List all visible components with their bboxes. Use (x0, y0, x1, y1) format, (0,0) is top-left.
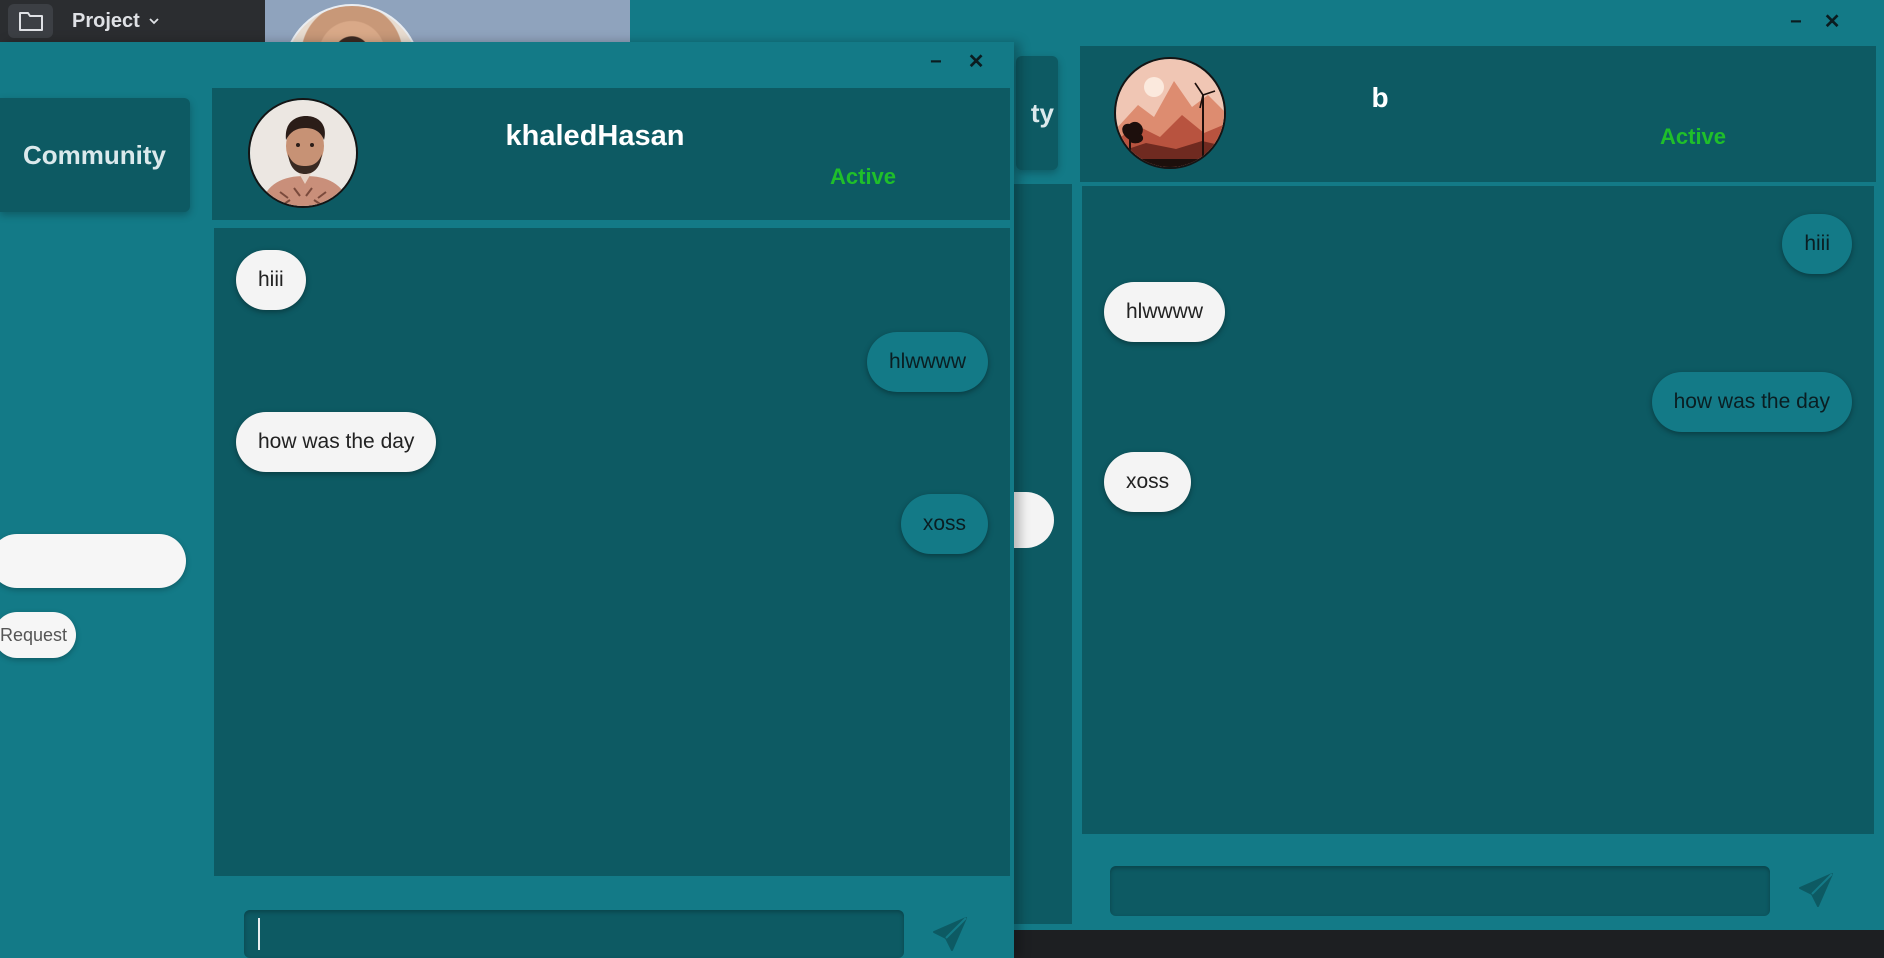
back-window-controls: − ✕ (1790, 10, 1884, 34)
back-minimize-button[interactable]: − (1790, 10, 1802, 34)
front-message-input[interactable] (244, 910, 904, 958)
front-sidebar-panel (0, 224, 206, 958)
send-icon[interactable] (926, 912, 972, 958)
message-text: hlwwww (888, 350, 966, 373)
chevron-down-icon (149, 18, 159, 25)
message-text: hlwwww (1126, 300, 1204, 323)
profile-photo (250, 100, 356, 206)
back-nav-tab-community[interactable]: ty (1016, 56, 1058, 170)
message-bubble-incoming: hlwwww (1104, 282, 1226, 342)
back-nav-tab-label: ty (1030, 97, 1054, 128)
friend-search-input[interactable] (0, 534, 186, 588)
message-text: hiii (258, 268, 284, 291)
back-contact-username: b (1371, 82, 1389, 113)
background-app-preview (265, 0, 630, 42)
preview-avatar (283, 4, 421, 42)
request-button[interactable]: Request (0, 612, 76, 658)
nav-tab-label: Community (23, 139, 166, 170)
front-close-button[interactable]: ✕ (968, 50, 985, 74)
message-text: xoss (1126, 470, 1170, 493)
front-window-controls: − ✕ (930, 50, 1002, 74)
folder-icon (18, 12, 43, 31)
project-menu[interactable]: Project (72, 6, 160, 36)
message-text: how was the day (1673, 390, 1830, 413)
text-caret (258, 918, 260, 950)
message-bubble-incoming: how was the day (236, 412, 437, 472)
nav-tab-community[interactable]: Community (0, 98, 190, 212)
front-minimize-button[interactable]: − (930, 50, 942, 74)
front-contact-username: khaledHasan (505, 120, 685, 152)
ide-toolbar: Project (0, 0, 265, 42)
message-text: hiii (1804, 232, 1830, 255)
message-text: how was the day (258, 430, 415, 453)
back-close-button[interactable]: ✕ (1824, 10, 1841, 34)
back-message-list: hiii hlwwww how was the day xoss (1082, 186, 1874, 834)
message-bubble-outgoing: xoss (900, 494, 988, 554)
project-menu-label: Project (72, 9, 140, 32)
message-bubble-outgoing: how was the day (1651, 372, 1852, 432)
message-text: xoss (922, 512, 966, 535)
back-sidebar-panel (1010, 184, 1072, 924)
back-message-input[interactable] (1110, 866, 1770, 916)
front-message-list: hiii hlwwww how was the day xoss (214, 228, 1010, 876)
message-bubble-incoming: hiii (236, 250, 306, 310)
send-icon[interactable] (1792, 868, 1838, 914)
folder-button[interactable] (8, 4, 53, 38)
message-bubble-outgoing: hiii (1782, 214, 1852, 274)
message-bubble-outgoing: hlwwww (866, 332, 988, 392)
taskbar (1010, 930, 1884, 958)
front-contact-status: Active (830, 164, 897, 189)
front-contact-avatar (248, 98, 358, 208)
message-bubble-incoming: xoss (1104, 452, 1192, 512)
back-contact-status: Active (1660, 124, 1727, 149)
landscape-avatar-image (1116, 59, 1224, 167)
back-contact-avatar (1114, 57, 1226, 169)
